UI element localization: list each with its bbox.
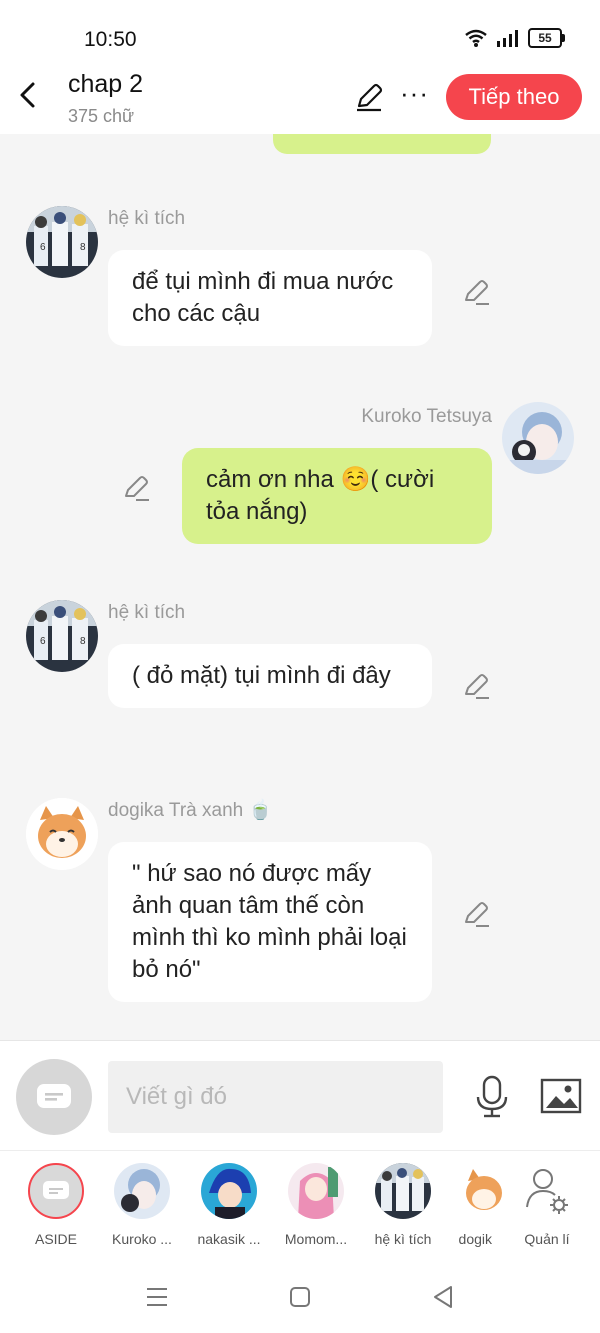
sender-name: Kuroko Tetsuya	[361, 406, 492, 427]
page-title: chap 2	[68, 70, 144, 98]
aside-chat-icon	[37, 1084, 71, 1108]
signal-icon	[497, 30, 518, 47]
character-avatar	[458, 1163, 514, 1219]
message-bubble[interactable]: " hứ sao nó được mấy ảnh quan tâm thế cò…	[108, 842, 432, 1002]
character-label: ASIDE	[34, 1231, 77, 1247]
composer	[0, 1040, 600, 1151]
character-label: hệ kì tích	[374, 1231, 432, 1247]
message-bubble[interactable]: cảm ơn nha ☺️( cười tỏa nắng)	[182, 448, 492, 544]
back-arrow-icon[interactable]	[14, 80, 44, 110]
status-icons: 55	[464, 28, 565, 48]
svg-text:6: 6	[40, 242, 46, 253]
character-kuroko[interactable]: Kuroko ...	[104, 1163, 180, 1247]
character-avatar	[201, 1163, 257, 1219]
edit-message-icon[interactable]	[462, 672, 490, 700]
back-triangle-icon[interactable]	[431, 1284, 455, 1310]
status-bar: 10:50 55	[0, 0, 600, 64]
aside-toggle-button[interactable]	[16, 1059, 92, 1135]
character-label: dogik	[458, 1231, 492, 1247]
character-avatar	[288, 1163, 344, 1219]
character-avatar	[114, 1163, 170, 1219]
character-dogika[interactable]: dogik	[440, 1163, 514, 1247]
manage-characters-button[interactable]: Quản lí	[509, 1163, 585, 1247]
image-icon[interactable]	[540, 1077, 582, 1115]
edit-message-icon[interactable]	[122, 474, 150, 502]
message-input[interactable]	[108, 1061, 443, 1133]
header: chap 2 375 chữ ··· Tiếp theo	[0, 64, 600, 134]
sender-name: dogika Trà xanh 🍵	[108, 800, 273, 821]
microphone-icon[interactable]	[472, 1075, 512, 1119]
message-bubble[interactable]: để tụi mình đi mua nước cho các cậu	[108, 250, 432, 346]
character-label: Kuroko ...	[112, 1231, 172, 1247]
message-bubble[interactable]: ( đỏ mặt) tụi mình đi đây	[108, 644, 432, 708]
edit-message-icon[interactable]	[462, 900, 490, 928]
character-he-ki-tich[interactable]: hệ kì tích	[365, 1163, 441, 1247]
home-icon[interactable]	[288, 1285, 312, 1309]
character-nakasik[interactable]: nakasik ...	[191, 1163, 267, 1247]
character-label: nakasik ...	[197, 1231, 261, 1247]
character-aside[interactable]: ASIDE	[18, 1163, 94, 1247]
battery-icon: 55	[528, 28, 565, 48]
status-time: 10:50	[84, 28, 137, 51]
user-settings-icon	[526, 1169, 568, 1214]
system-nav-bar	[0, 1260, 600, 1333]
svg-text:8: 8	[80, 636, 86, 647]
wifi-icon	[465, 29, 487, 47]
word-count: 375 chữ	[68, 106, 135, 126]
aside-avatar	[28, 1163, 84, 1219]
next-chapter-button[interactable]: Tiếp theo	[446, 74, 582, 120]
character-avatar	[375, 1163, 431, 1219]
aside-chat-icon	[43, 1181, 69, 1199]
avatar-he-ki-tich[interactable]: 6 8	[26, 206, 98, 278]
character-label: Quản lí	[524, 1231, 570, 1247]
menu-icon[interactable]	[145, 1286, 169, 1308]
sender-name: hệ kì tích	[108, 208, 186, 229]
character-label: Momom...	[284, 1231, 348, 1247]
avatar-dogika[interactable]	[26, 798, 98, 870]
svg-text:6: 6	[40, 636, 46, 647]
character-bar: ASIDE Kuroko ... nakasik ... Momom... hệ…	[0, 1150, 600, 1261]
previous-message-bubble	[273, 134, 491, 154]
svg-text:8: 8	[80, 242, 86, 253]
chat-area[interactable]: 6 8 hệ kì tích để tụi mình đi mua nước c…	[0, 134, 600, 1040]
character-momom[interactable]: Momom...	[278, 1163, 354, 1247]
avatar-kuroko[interactable]	[502, 402, 574, 474]
sender-name: hệ kì tích	[108, 602, 186, 623]
more-options-button[interactable]: ···	[400, 80, 429, 106]
edit-message-icon[interactable]	[462, 278, 490, 306]
avatar-he-ki-tich[interactable]: 6 8	[26, 600, 98, 672]
edit-title-icon[interactable]	[354, 82, 384, 112]
